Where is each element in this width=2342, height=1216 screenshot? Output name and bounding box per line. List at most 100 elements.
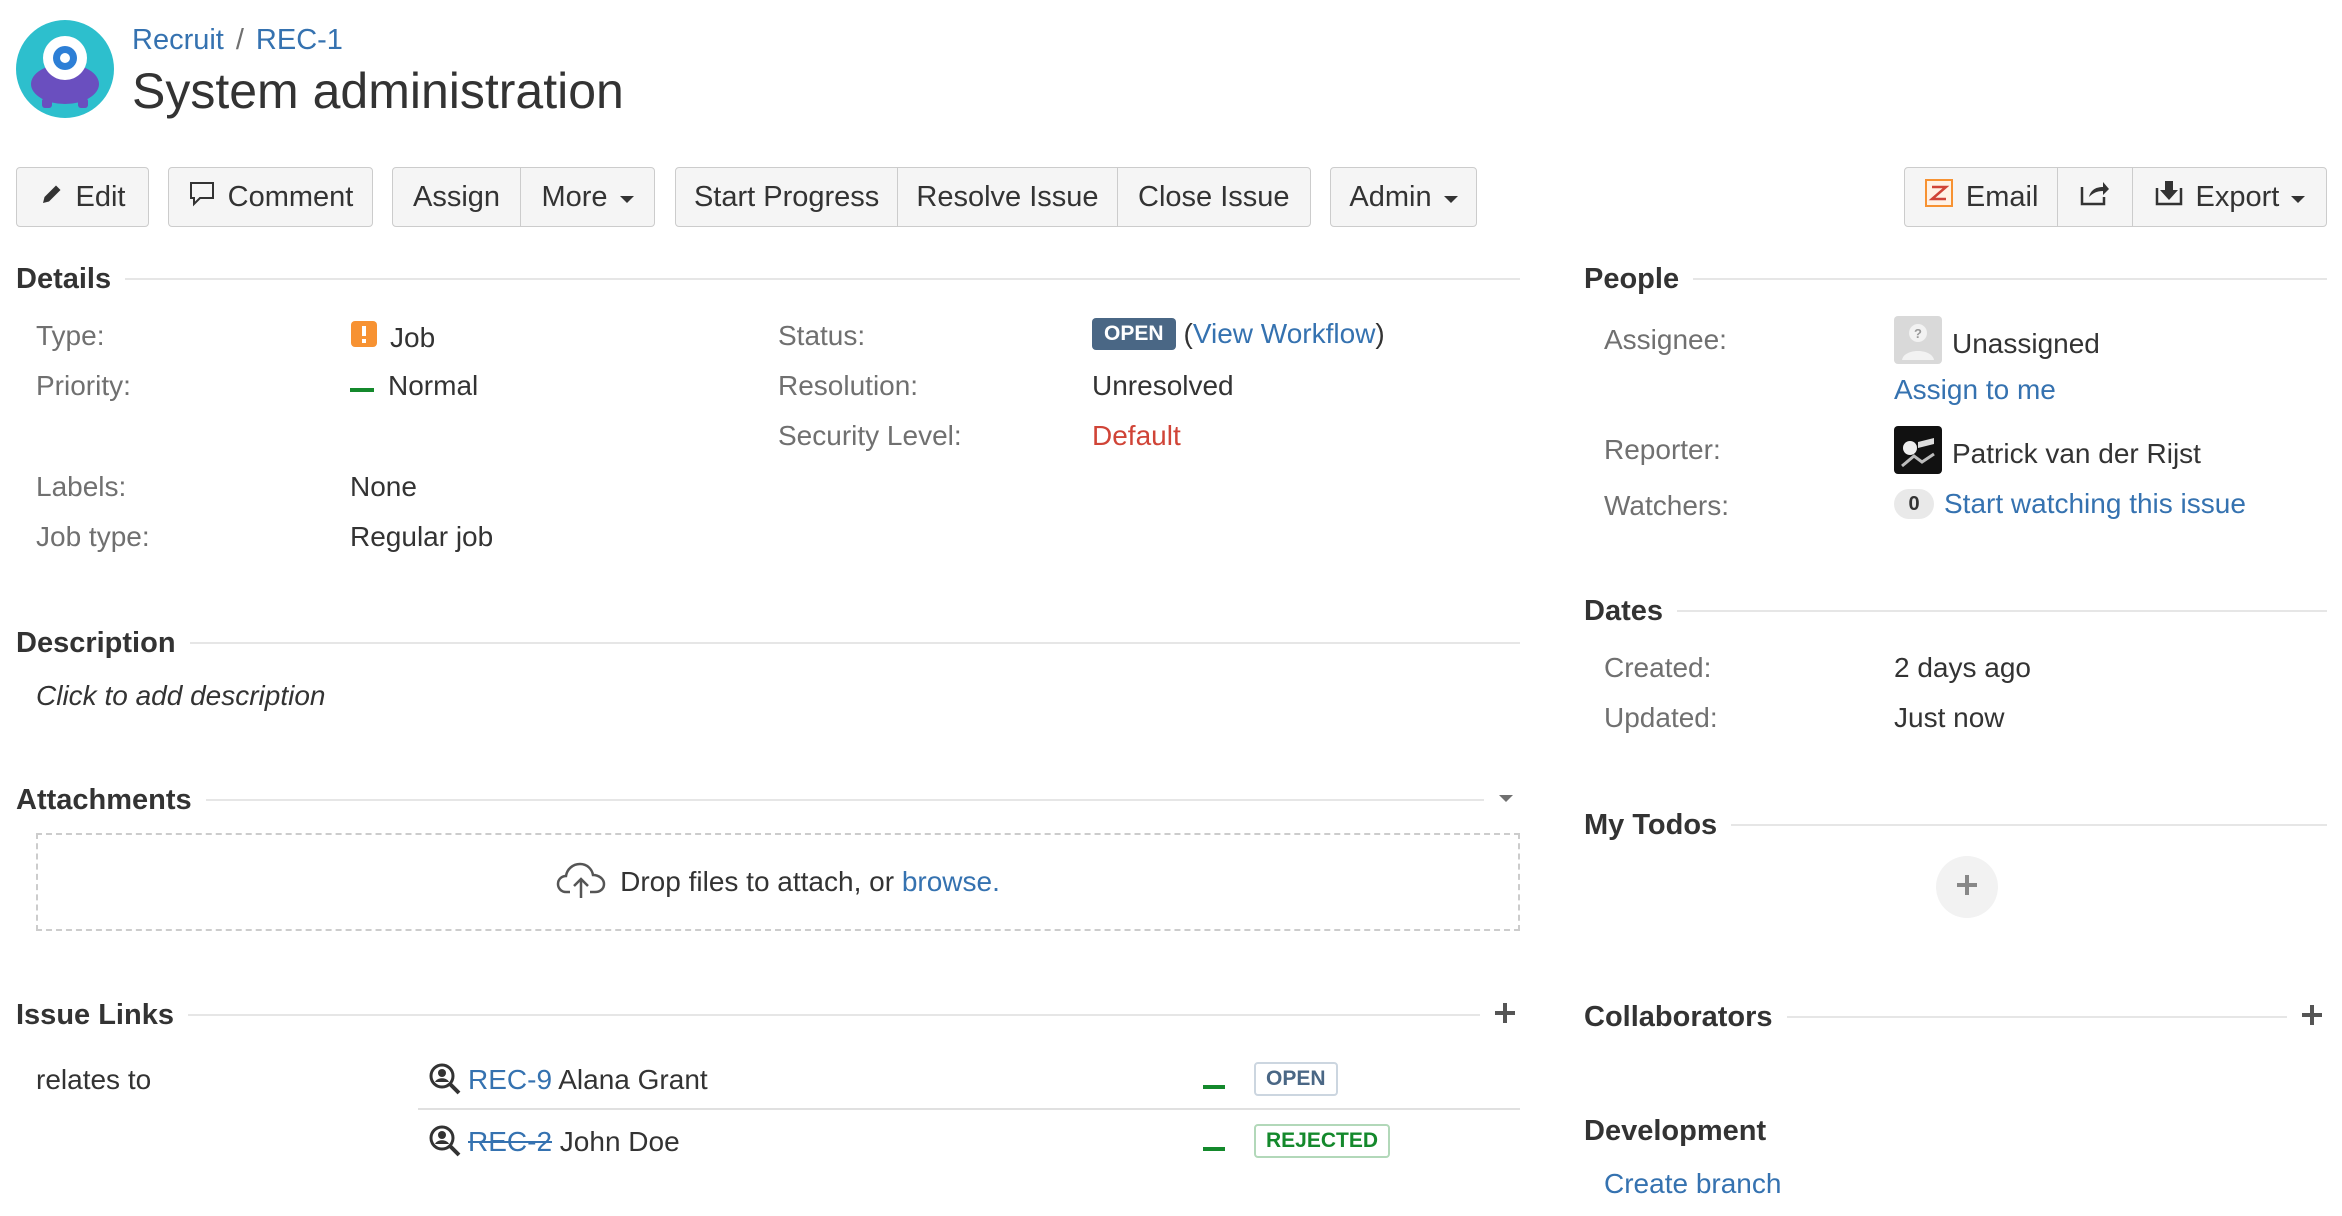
linked-issue-summary[interactable]: John Doe (560, 1126, 680, 1157)
email-button[interactable]: Email (1905, 168, 2057, 226)
resolve-issue-button[interactable]: Resolve Issue (897, 168, 1116, 226)
pencil-icon (40, 181, 64, 214)
start-progress-button[interactable]: Start Progress (676, 168, 897, 226)
dates-section-header[interactable]: Dates (1584, 595, 2327, 627)
link-relation-label: relates to (36, 1064, 152, 1095)
job-type-value[interactable]: Regular job (350, 521, 493, 553)
chevron-down-icon (619, 195, 634, 203)
labels-value[interactable]: None (350, 471, 417, 503)
details-heading: Details (16, 262, 112, 295)
add-link-icon[interactable] (1494, 1002, 1516, 1029)
section-divider (1677, 610, 2327, 612)
workflow-group: Start Progress Resolve Issue Close Issue (675, 167, 1311, 227)
linked-issue-key[interactable]: REC-2 (468, 1126, 552, 1157)
share-icon (2079, 179, 2111, 215)
add-todo-button[interactable] (1936, 856, 1998, 918)
priority-label: Priority: (36, 370, 131, 401)
security-level-value[interactable]: Default (1092, 420, 1181, 452)
share-button[interactable] (2057, 168, 2132, 226)
attachments-section-header[interactable]: Attachments (16, 783, 1520, 816)
section-divider (1693, 278, 2327, 280)
attachment-dropzone[interactable]: Drop files to attach, or browse. (36, 833, 1520, 931)
assignee-label: Assignee: (1604, 324, 1727, 355)
admin-button[interactable]: Admin (1331, 168, 1476, 226)
watchers-count-badge[interactable]: 0 (1894, 489, 1934, 519)
issue-links-section-header[interactable]: Issue Links (16, 998, 1520, 1031)
priority-value: Normal (350, 370, 478, 402)
section-divider (1786, 1016, 2287, 1018)
admin-label: Admin (1349, 180, 1432, 213)
assign-to-me-link[interactable]: Assign to me (1894, 374, 2056, 406)
svg-text:?: ? (1914, 326, 1922, 341)
section-divider (205, 799, 1484, 801)
status-lozenge: OPEN (1092, 318, 1176, 350)
section-divider (187, 1014, 1480, 1016)
section-divider (1731, 824, 2327, 826)
browse-link[interactable]: browse. (902, 866, 1000, 897)
description-placeholder[interactable]: Click to add description (36, 680, 325, 712)
issue-link-row[interactable]: REC-9 Alana Grant OPEN (418, 1052, 1520, 1110)
more-label: More (541, 180, 608, 213)
reporter-value[interactable]: Patrick van der Rijst (1894, 426, 2201, 481)
issue-view-page: Recruit / REC-1 System administration Edit… (0, 0, 2342, 1216)
breadcrumb-issue-key[interactable]: REC-1 (256, 24, 343, 56)
email-icon (1924, 178, 1954, 216)
unassigned-avatar: ? (1894, 316, 1942, 371)
reporter-name: Patrick van der Rijst (1952, 437, 2201, 469)
assign-button[interactable]: Assign (393, 168, 520, 226)
issue-link-row[interactable]: REC-2 John Doe REJECTED (418, 1114, 1520, 1170)
assignee-value[interactable]: ? Unassigned (1894, 316, 2100, 371)
cloud-upload-icon (556, 860, 606, 905)
export-label: Export (2195, 180, 2280, 213)
development-section-header[interactable]: Development (1584, 1115, 2327, 1147)
start-watching-link[interactable]: Start watching this issue (1944, 488, 2246, 520)
add-collaborator-icon[interactable] (2301, 1004, 2323, 1031)
created-value: 2 days ago (1894, 652, 2031, 683)
edit-group: Edit (16, 167, 149, 227)
job-type-label: Job type: (36, 521, 150, 552)
close-issue-button[interactable]: Close Issue (1116, 168, 1310, 226)
people-heading: People (1584, 262, 1680, 295)
priority-normal-icon (1203, 1139, 1225, 1157)
resolution-value: Unresolved (1092, 370, 1234, 401)
start-progress-label: Start Progress (693, 180, 880, 213)
details-section-header[interactable]: Details (16, 262, 1520, 295)
export-button[interactable]: Export (2131, 168, 2326, 226)
issue-links-heading: Issue Links (16, 998, 174, 1031)
description-heading: Description (16, 626, 176, 659)
updated-value: Just now (1894, 702, 2005, 733)
security-level-label: Security Level: (778, 420, 962, 451)
job-search-icon (428, 1124, 462, 1163)
todos-section-header[interactable]: My Todos (1584, 809, 2327, 841)
labels-label: Labels: (36, 471, 127, 502)
attachments-heading: Attachments (16, 783, 192, 816)
view-workflow-link[interactable]: View Workflow (1193, 318, 1376, 349)
type-text: Job (390, 321, 436, 353)
linked-issue-summary[interactable]: Alana Grant (558, 1064, 707, 1095)
breadcrumb-project[interactable]: Recruit (132, 24, 224, 56)
workflow-paren-close: ) (1375, 318, 1385, 349)
description-section-header[interactable]: Description (16, 626, 1520, 659)
resolve-issue-label: Resolve Issue (916, 180, 1099, 213)
reporter-avatar (1894, 426, 1942, 481)
breadcrumb-separator: / (235, 24, 244, 56)
breadcrumb: Recruit / REC-1 (132, 24, 343, 57)
chevron-down-icon[interactable] (1498, 791, 1514, 809)
linked-issue-key[interactable]: REC-9 (468, 1064, 552, 1095)
close-issue-label: Close Issue (1138, 180, 1290, 213)
comment-group: Comment (168, 167, 373, 227)
export-icon (2154, 178, 2184, 216)
job-type-icon (350, 320, 378, 355)
edit-button[interactable]: Edit (17, 168, 148, 226)
chevron-down-icon (2291, 195, 2306, 203)
create-branch-link[interactable]: Create branch (1604, 1168, 1781, 1200)
edit-label: Edit (75, 180, 126, 213)
collaborators-section-header[interactable]: Collaborators (1584, 1001, 2327, 1033)
watchers-label: Watchers: (1604, 490, 1729, 521)
comment-button[interactable]: Comment (169, 168, 372, 226)
priority-normal-icon (350, 370, 374, 402)
project-avatar[interactable] (16, 20, 114, 118)
email-label: Email (1965, 180, 2039, 213)
more-button[interactable]: More (520, 168, 654, 226)
people-section-header[interactable]: People (1584, 262, 2327, 295)
